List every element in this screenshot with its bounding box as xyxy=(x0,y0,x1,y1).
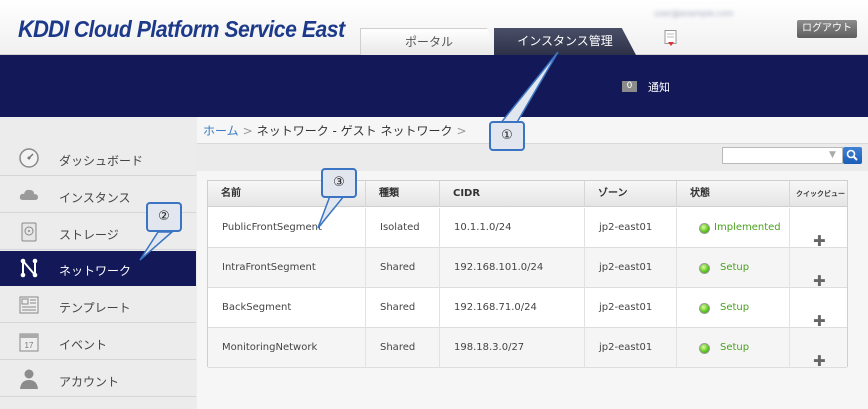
column-header-status[interactable]: 状態 xyxy=(677,181,790,207)
search-icon xyxy=(846,149,858,161)
column-header-cidr[interactable]: CIDR xyxy=(440,181,585,207)
brand-name: Cloud Platform Service East xyxy=(68,16,345,42)
column-header-zone[interactable]: ゾーン xyxy=(585,181,677,207)
svg-text:17: 17 xyxy=(25,341,34,350)
column-header-type[interactable]: 種類 xyxy=(366,181,440,207)
header-band xyxy=(0,55,868,117)
status-indicator-icon xyxy=(699,343,710,354)
cell-name[interactable]: BackSegment xyxy=(208,288,366,328)
cell-type: Isolated xyxy=(366,208,440,248)
cell-cidr: 192.168.101.0/24 xyxy=(440,248,585,288)
table-row[interactable]: MonitoringNetwork Shared 198.18.3.0/27 j… xyxy=(208,328,847,370)
sidebar-item-network[interactable]: ネットワーク xyxy=(0,251,196,286)
quickview-plus-icon[interactable]: ✚ xyxy=(813,341,826,381)
cell-type: Shared xyxy=(366,288,440,328)
sidebar: ダッシュボード インスタンス ストレージ ネットワーク テンプレート 17 イベ… xyxy=(0,117,197,409)
callout-3: ③ xyxy=(321,168,357,198)
sidebar-item-label: テンプレート xyxy=(59,301,131,315)
sidebar-item-label: ネットワーク xyxy=(59,264,132,278)
sidebar-item-label: イベント xyxy=(59,338,108,352)
cell-quickview: ✚ xyxy=(790,328,847,370)
cell-zone: jp2-east01 xyxy=(585,208,677,248)
column-header-quickview: クイックビュー xyxy=(790,181,847,207)
cell-zone: jp2-east01 xyxy=(585,328,677,368)
sidebar-item-label: ストレージ xyxy=(59,228,119,242)
breadcrumb: ホーム > ネットワーク - ゲスト ネットワーク > xyxy=(203,122,471,139)
breadcrumb-separator: > xyxy=(456,124,467,138)
tab-portal[interactable]: ポータル xyxy=(360,28,498,55)
network-table: 名前 種類 CIDR ゾーン 状態 クイックビュー PublicFrontSeg… xyxy=(207,180,848,370)
cell-status: Implemented xyxy=(677,208,790,248)
table-row[interactable]: PublicFrontSegment Isolated 10.1.1.0/24 … xyxy=(208,208,847,250)
cell-quickview: ✚ xyxy=(790,248,847,290)
sidebar-item-label: ダッシュボード xyxy=(59,154,144,168)
status-text: Setup xyxy=(720,262,750,273)
logout-button[interactable]: ログアウト xyxy=(797,20,857,38)
tab-instance-management[interactable]: インスタンス管理 xyxy=(494,28,636,55)
notification-link[interactable]: 通知 xyxy=(648,79,670,95)
notification-count-badge[interactable]: 0 xyxy=(622,81,637,92)
calendar-icon: 17 xyxy=(19,333,39,352)
callout-2: ② xyxy=(146,202,182,232)
sidebar-item-account[interactable]: アカウント xyxy=(0,362,196,397)
table-row[interactable]: BackSegment Shared 192.168.71.0/24 jp2-e… xyxy=(208,288,847,330)
brand-logo[interactable]: KDDI Cloud Platform Service East xyxy=(18,16,345,44)
table-row[interactable]: IntraFrontSegment Shared 192.168.101.0/2… xyxy=(208,248,847,290)
cell-type: Shared xyxy=(366,328,440,368)
user-email: user@example.com xyxy=(654,9,734,18)
callout-1: ① xyxy=(489,121,525,151)
status-indicator-icon xyxy=(699,303,710,314)
search-input[interactable] xyxy=(722,147,843,164)
cell-name[interactable]: MonitoringNetwork xyxy=(208,328,366,368)
sidebar-item-dashboard[interactable]: ダッシュボード xyxy=(0,141,196,176)
sidebar-item-templates[interactable]: テンプレート xyxy=(0,288,196,323)
cloud-icon xyxy=(19,189,38,200)
cell-type: Shared xyxy=(366,248,440,288)
chevron-down-icon[interactable]: ▼ xyxy=(829,150,836,160)
cell-status: Setup xyxy=(677,328,790,368)
status-text: Setup xyxy=(720,342,750,353)
search-button[interactable] xyxy=(843,147,862,164)
cell-zone: jp2-east01 xyxy=(585,288,677,328)
sidebar-item-events[interactable]: 17 イベント xyxy=(0,325,196,360)
cell-status: Setup xyxy=(677,288,790,328)
cell-cidr: 192.168.71.0/24 xyxy=(440,288,585,328)
cell-cidr: 198.18.3.0/27 xyxy=(440,328,585,368)
top-header: KDDI Cloud Platform Service East user@ex… xyxy=(0,0,868,55)
document-download-icon[interactable] xyxy=(664,30,678,48)
cell-zone: jp2-east01 xyxy=(585,248,677,288)
cell-cidr: 10.1.1.0/24 xyxy=(440,208,585,248)
network-icon xyxy=(20,258,38,278)
breadcrumb-current[interactable]: ネットワーク - ゲスト ネットワーク xyxy=(257,124,453,138)
breadcrumb-home-link[interactable]: ホーム xyxy=(203,124,239,138)
status-indicator-icon xyxy=(699,263,710,274)
status-text: Implemented xyxy=(714,222,781,233)
template-icon xyxy=(19,296,39,314)
storage-disk-icon xyxy=(21,222,37,242)
account-person-icon xyxy=(20,369,38,389)
sidebar-item-label: アカウント xyxy=(59,375,120,389)
status-text: Setup xyxy=(720,302,750,313)
dashboard-gauge-icon xyxy=(19,148,39,168)
sidebar-item-label: インスタンス xyxy=(59,191,131,205)
cell-quickview: ✚ xyxy=(790,208,847,250)
cell-name[interactable]: PublicFrontSegment xyxy=(208,208,366,248)
cell-status: Setup xyxy=(677,248,790,288)
breadcrumb-separator: > xyxy=(242,124,253,138)
cell-quickview: ✚ xyxy=(790,288,847,330)
brand-mark: KDDI xyxy=(18,16,69,43)
cell-name[interactable]: IntraFrontSegment xyxy=(208,248,366,288)
status-indicator-icon xyxy=(699,223,710,234)
